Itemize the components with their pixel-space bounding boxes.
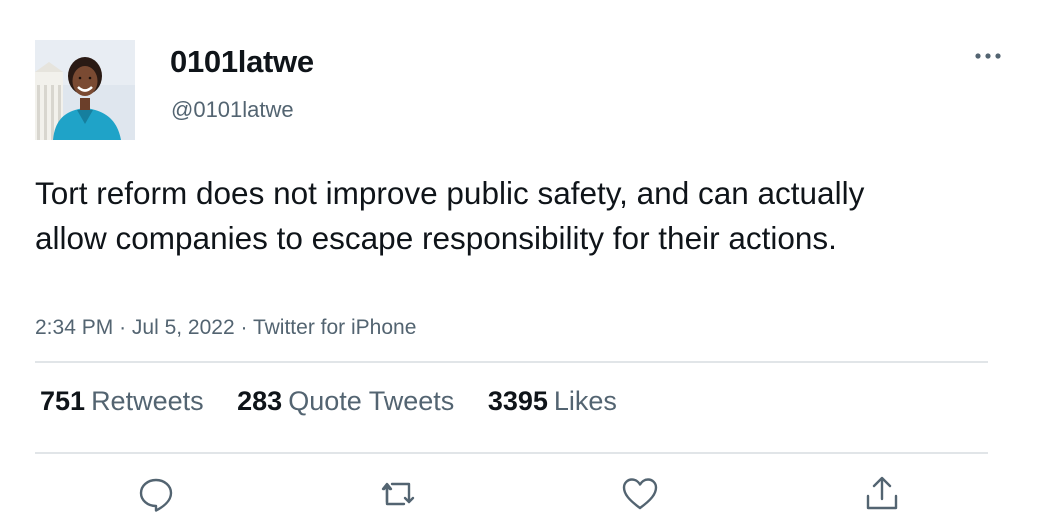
quote-tweets-label: Quote Tweets: [288, 386, 455, 416]
like-icon[interactable]: [620, 474, 660, 514]
retweets-stat[interactable]: 751 Retweets: [40, 386, 204, 417]
tweet-card: 0101latwe @0101latwe Tort reform does no…: [0, 0, 1050, 525]
retweet-icon[interactable]: [378, 474, 418, 514]
avatar-photo: [35, 40, 135, 140]
retweets-count: 751: [40, 386, 86, 416]
meta-separator: ·: [119, 316, 127, 339]
tweet-source[interactable]: Twitter for iPhone: [253, 316, 416, 339]
tweet-meta: 2:34 PM · Jul 5, 2022 · Twitter for iPho…: [35, 316, 416, 340]
quote-tweets-count: 283: [237, 386, 283, 416]
user-handle[interactable]: @0101latwe: [171, 97, 294, 123]
avatar[interactable]: [35, 40, 135, 140]
quote-tweets-stat[interactable]: 283 Quote Tweets: [237, 386, 454, 417]
reply-icon[interactable]: [136, 474, 176, 514]
likes-stat[interactable]: 3395 Likes: [488, 386, 617, 417]
tweet-date[interactable]: Jul 5, 2022: [132, 316, 235, 339]
tweet-time[interactable]: 2:34 PM: [35, 316, 113, 339]
more-options-icon[interactable]: [970, 42, 1006, 70]
display-name[interactable]: 0101latwe: [170, 44, 314, 80]
likes-count: 3395: [487, 386, 548, 416]
divider: [35, 452, 988, 454]
retweets-label: Retweets: [91, 386, 204, 416]
tweet-stats: 751 Retweets 283 Quote Tweets 3395 Likes: [40, 386, 643, 417]
divider: [35, 361, 988, 363]
share-icon[interactable]: [862, 474, 902, 514]
tweet-text: Tort reform does not improve public safe…: [35, 175, 865, 256]
meta-separator: ·: [240, 316, 248, 339]
likes-label: Likes: [553, 386, 617, 416]
